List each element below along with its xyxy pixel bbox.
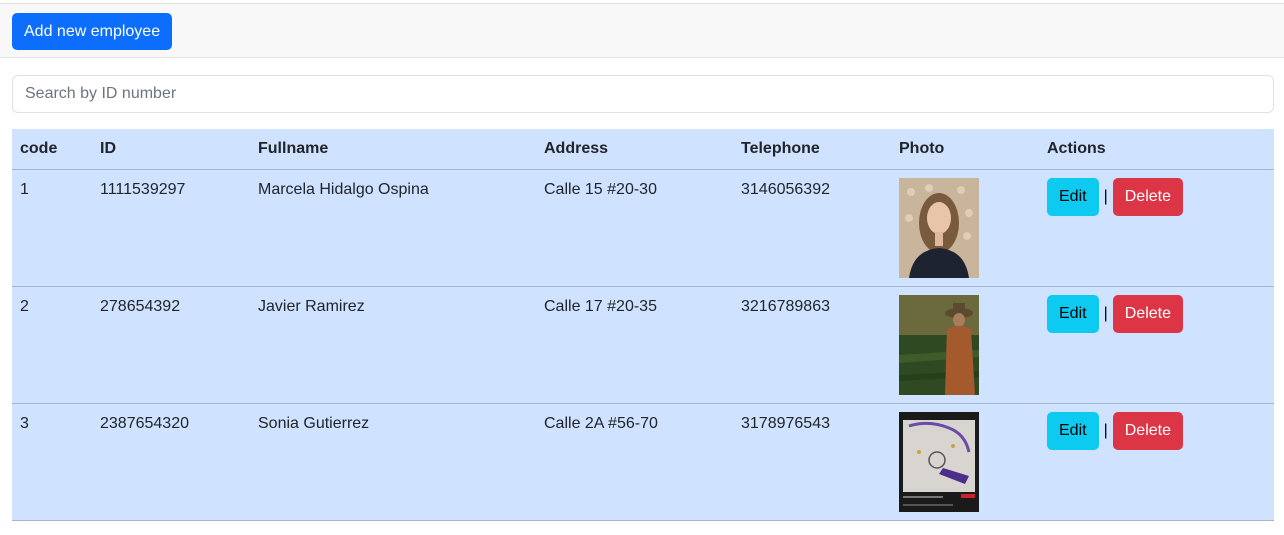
header-photo: Photo: [891, 129, 1039, 170]
action-separator: |: [1103, 187, 1108, 205]
table-row: 1 1111539297 Marcela Hidalgo Ospina Call…: [12, 169, 1274, 287]
cell-address: Calle 2A #56-70: [536, 403, 733, 521]
header-id: ID: [92, 129, 250, 170]
cell-code: 2: [12, 286, 92, 404]
table-row: 3 2387654320 Sonia Gutierrez Calle 2A #5…: [12, 403, 1274, 521]
cell-actions: Edit | Delete: [1039, 169, 1274, 287]
table-header-row: code ID Fullname Address Telephone Photo…: [12, 129, 1274, 170]
employee-table: code ID Fullname Address Telephone Photo…: [12, 129, 1274, 521]
table-row: 2 278654392 Javier Ramirez Calle 17 #20-…: [12, 286, 1274, 404]
delete-button[interactable]: Delete: [1112, 177, 1183, 216]
cell-fullname: Sonia Gutierrez: [250, 403, 536, 521]
employee-photo: [899, 177, 979, 278]
header-fullname: Fullname: [250, 129, 536, 170]
cell-photo: [891, 169, 1039, 287]
cell-id: 278654392: [92, 286, 250, 404]
cell-telephone: 3216789863: [733, 286, 891, 404]
edit-button[interactable]: Edit: [1047, 411, 1099, 450]
action-separator: |: [1103, 421, 1108, 439]
row-actions: Edit | Delete: [1047, 177, 1266, 216]
header-address: Address: [536, 129, 733, 170]
cell-code: 1: [12, 169, 92, 287]
edit-button[interactable]: Edit: [1047, 294, 1099, 333]
cell-fullname: Javier Ramirez: [250, 286, 536, 404]
header-telephone: Telephone: [733, 129, 891, 170]
action-separator: |: [1103, 304, 1108, 322]
cell-telephone: 3146056392: [733, 169, 891, 287]
employee-photo: [899, 411, 979, 512]
cell-actions: Edit | Delete: [1039, 286, 1274, 404]
cell-address: Calle 15 #20-30: [536, 169, 733, 287]
cell-code: 3: [12, 403, 92, 521]
row-actions: Edit | Delete: [1047, 294, 1266, 333]
search-input[interactable]: [12, 75, 1274, 113]
cell-photo: [891, 286, 1039, 404]
employee-photo: [899, 294, 979, 395]
cell-address: Calle 17 #20-35: [536, 286, 733, 404]
cell-fullname: Marcela Hidalgo Ospina: [250, 169, 536, 287]
header-actions: Actions: [1039, 129, 1274, 170]
add-employee-button[interactable]: Add new employee: [12, 13, 173, 50]
delete-button[interactable]: Delete: [1112, 411, 1183, 450]
cell-id: 1111539297: [92, 169, 250, 287]
edit-button[interactable]: Edit: [1047, 177, 1099, 216]
top-navbar: Add new employee: [0, 3, 1284, 58]
cell-photo: [891, 403, 1039, 521]
delete-button[interactable]: Delete: [1112, 294, 1183, 333]
row-actions: Edit | Delete: [1047, 411, 1266, 450]
header-code: code: [12, 129, 92, 170]
cell-telephone: 3178976543: [733, 403, 891, 521]
cell-id: 2387654320: [92, 403, 250, 521]
cell-actions: Edit | Delete: [1039, 403, 1274, 521]
